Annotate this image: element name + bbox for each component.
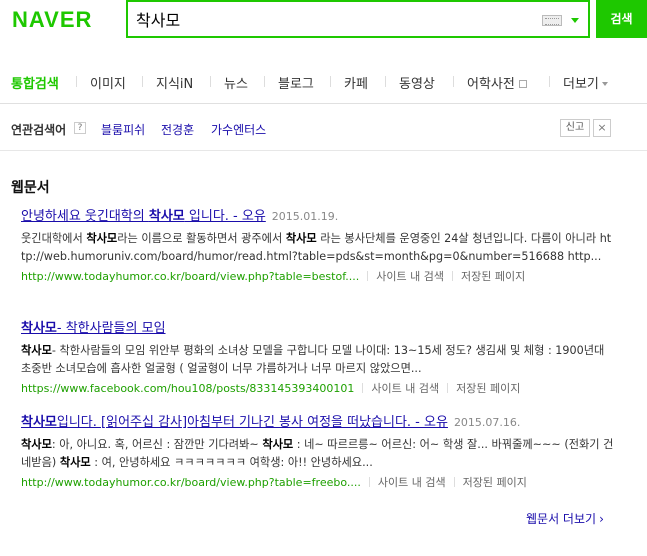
result-url[interactable]: https://www.facebook.com/hou108/posts/83… <box>21 382 354 395</box>
result-item: 착사모- 착한사람들의 모임 착사모- 착한사람들의 모임 위안부 평화의 소녀상… <box>21 320 615 397</box>
tab-video[interactable]: 동영상 <box>399 73 435 92</box>
snippet-text: : 여, 안녕하세요 ㅋㅋㅋㅋㅋㅋㅋ 여학생: 아!! 안녕하세요... <box>90 456 373 469</box>
related-searches-label: 연관검색어 <box>11 123 67 137</box>
tab-dictionary-label: 어학사전 <box>467 77 515 92</box>
result-item: 착사모입니다. [읽어주십 감사]아침부터 기나긴 봉사 여정을 떠났습니다. … <box>21 414 615 491</box>
meta-divider <box>447 383 449 393</box>
search-button[interactable]: 검색 <box>596 0 647 38</box>
meta-divider <box>451 271 453 281</box>
snippet-keyword: 착사모 <box>86 232 118 245</box>
related-item[interactable]: 블룸피쉬 <box>101 121 145 138</box>
snippet-keyword: 착사모 <box>285 232 317 245</box>
header: NAVER 검색 <box>0 0 647 58</box>
meta-divider <box>368 477 370 487</box>
section-title: 웹문서 <box>11 180 50 196</box>
snippet-keyword: 착사모 <box>21 344 52 357</box>
tab-divider <box>142 76 143 87</box>
result-url[interactable]: http://www.todayhumor.co.kr/board/view.p… <box>21 270 359 283</box>
tab-divider <box>549 76 550 87</box>
tab-divider <box>264 76 265 87</box>
snippet-text: 웃긴대학에서 <box>21 232 87 245</box>
help-icon[interactable]: ? <box>74 122 86 134</box>
result-title: 착사모- 착한사람들의 모임 <box>21 320 615 338</box>
search-input[interactable] <box>136 6 526 32</box>
result-title-link[interactable]: 안녕하세요 웃긴대학의 착사모 입니다. - 오유 <box>21 209 266 224</box>
result-title-keyword: 착사모 <box>21 415 57 430</box>
result-title-text: - 착한사람들의 모임 <box>56 321 166 336</box>
snippet-keyword: 착사모 <box>21 438 52 451</box>
tab-divider <box>385 76 386 87</box>
related-searches: 연관검색어 ? 블룸피쉬 전경훈 가수엔터스 신고 × <box>0 105 647 151</box>
tab-divider <box>76 76 77 87</box>
more-web-docs-link[interactable]: 웹문서 더보기 › <box>526 510 604 527</box>
snippet-keyword: 착사모 <box>262 438 294 451</box>
tab-divider <box>210 76 211 87</box>
result-snippet: 착사모- 착한사람들의 모임 위안부 평화의 소녀상 모델을 구합니다 모델 나… <box>21 342 615 378</box>
related-item[interactable]: 전경훈 <box>161 121 194 138</box>
search-box[interactable] <box>126 0 590 38</box>
tab-divider <box>330 76 331 87</box>
result-meta: https://www.facebook.com/hou108/posts/83… <box>21 381 615 397</box>
tab-news[interactable]: 뉴스 <box>224 73 248 92</box>
tab-cafe[interactable]: 카페 <box>344 73 368 92</box>
search-tabs: 통합검색 이미지 지식iN 뉴스 블로그 카페 동영상 어학사전 더보기 <box>0 58 647 104</box>
tab-integrated[interactable]: 통합검색 <box>11 73 59 92</box>
meta-divider <box>367 271 369 281</box>
result-date: 2015.07.16. <box>453 416 521 429</box>
result-title-text: 입니다. [읽어주십 감사]아침부터 기나긴 봉사 여정을 떠났습니다. - 오… <box>56 415 448 430</box>
tab-kin[interactable]: 지식iN <box>156 73 193 92</box>
site-search-link[interactable]: 사이트 내 검색 <box>376 270 444 283</box>
result-title-link[interactable]: 착사모입니다. [읽어주십 감사]아침부터 기나긴 봉사 여정을 떠났습니다. … <box>21 415 448 430</box>
tab-images[interactable]: 이미지 <box>90 73 126 92</box>
site-search-link[interactable]: 사이트 내 검색 <box>371 382 439 395</box>
report-button[interactable]: 신고 <box>560 119 590 137</box>
result-url[interactable]: http://www.todayhumor.co.kr/board/view.p… <box>21 476 361 489</box>
external-link-icon <box>518 80 527 88</box>
result-snippet: 착사모: 아, 아니요. 혹, 어르신 : 잠깐만 기다려봐~ 착사모 : 네~… <box>21 436 615 472</box>
result-title-text: 입니다. - 오유 <box>184 209 266 224</box>
result-item: 안녕하세요 웃긴대학의 착사모 입니다. - 오유 2015.01.19. 웃긴대학… <box>21 208 615 285</box>
chevron-right-icon: › <box>599 512 604 526</box>
tab-more[interactable]: 더보기 <box>563 73 608 92</box>
snippet-text: : 아, 아니요. 혹, 어르신 : 잠깐만 기다려봐~ <box>51 438 263 451</box>
related-item[interactable]: 가수엔터스 <box>211 121 266 138</box>
cached-page-link[interactable]: 저장된 페이지 <box>463 476 527 489</box>
result-date: 2015.01.19. <box>271 210 339 223</box>
result-snippet: 웃긴대학에서 착사모라는 이름으로 활동하면서 광주에서 착사모 라는 봉사단체… <box>21 230 615 266</box>
snippet-text: 라는 이름으로 활동하면서 광주에서 <box>117 232 286 245</box>
more-link-label: 웹문서 더보기 <box>526 512 597 526</box>
result-title-keyword: 착사모 <box>21 321 57 336</box>
tab-dictionary[interactable]: 어학사전 <box>467 73 527 92</box>
result-title: 착사모입니다. [읽어주십 감사]아침부터 기나긴 봉사 여정을 떠났습니다. … <box>21 414 615 432</box>
site-search-link[interactable]: 사이트 내 검색 <box>378 476 446 489</box>
tab-blog[interactable]: 블로그 <box>278 73 314 92</box>
result-meta: http://www.todayhumor.co.kr/board/view.p… <box>21 269 615 285</box>
cached-page-link[interactable]: 저장된 페이지 <box>456 382 520 395</box>
tab-divider <box>453 76 454 87</box>
tab-more-label: 더보기 <box>563 77 599 92</box>
caret-down-icon <box>601 82 608 86</box>
result-title-link[interactable]: 착사모- 착한사람들의 모임 <box>21 321 166 336</box>
meta-divider <box>453 477 455 487</box>
result-title-keyword: 착사모 <box>148 209 185 224</box>
meta-divider <box>362 383 364 393</box>
close-icon[interactable]: × <box>593 119 611 137</box>
result-title: 안녕하세요 웃긴대학의 착사모 입니다. - 오유 2015.01.19. <box>21 208 615 226</box>
cached-page-link[interactable]: 저장된 페이지 <box>461 270 525 283</box>
result-title-text: 안녕하세요 웃긴대학의 <box>21 209 149 224</box>
snippet-text: - 착한사람들의 모임 위안부 평화의 소녀상 모델을 구합니다 모델 나이대:… <box>21 344 605 375</box>
chevron-down-icon[interactable] <box>571 18 579 23</box>
keyboard-icon[interactable] <box>542 15 562 26</box>
result-meta: http://www.todayhumor.co.kr/board/view.p… <box>21 475 615 491</box>
snippet-keyword: 착사모 <box>59 456 91 469</box>
naver-logo[interactable]: NAVER <box>12 7 92 33</box>
